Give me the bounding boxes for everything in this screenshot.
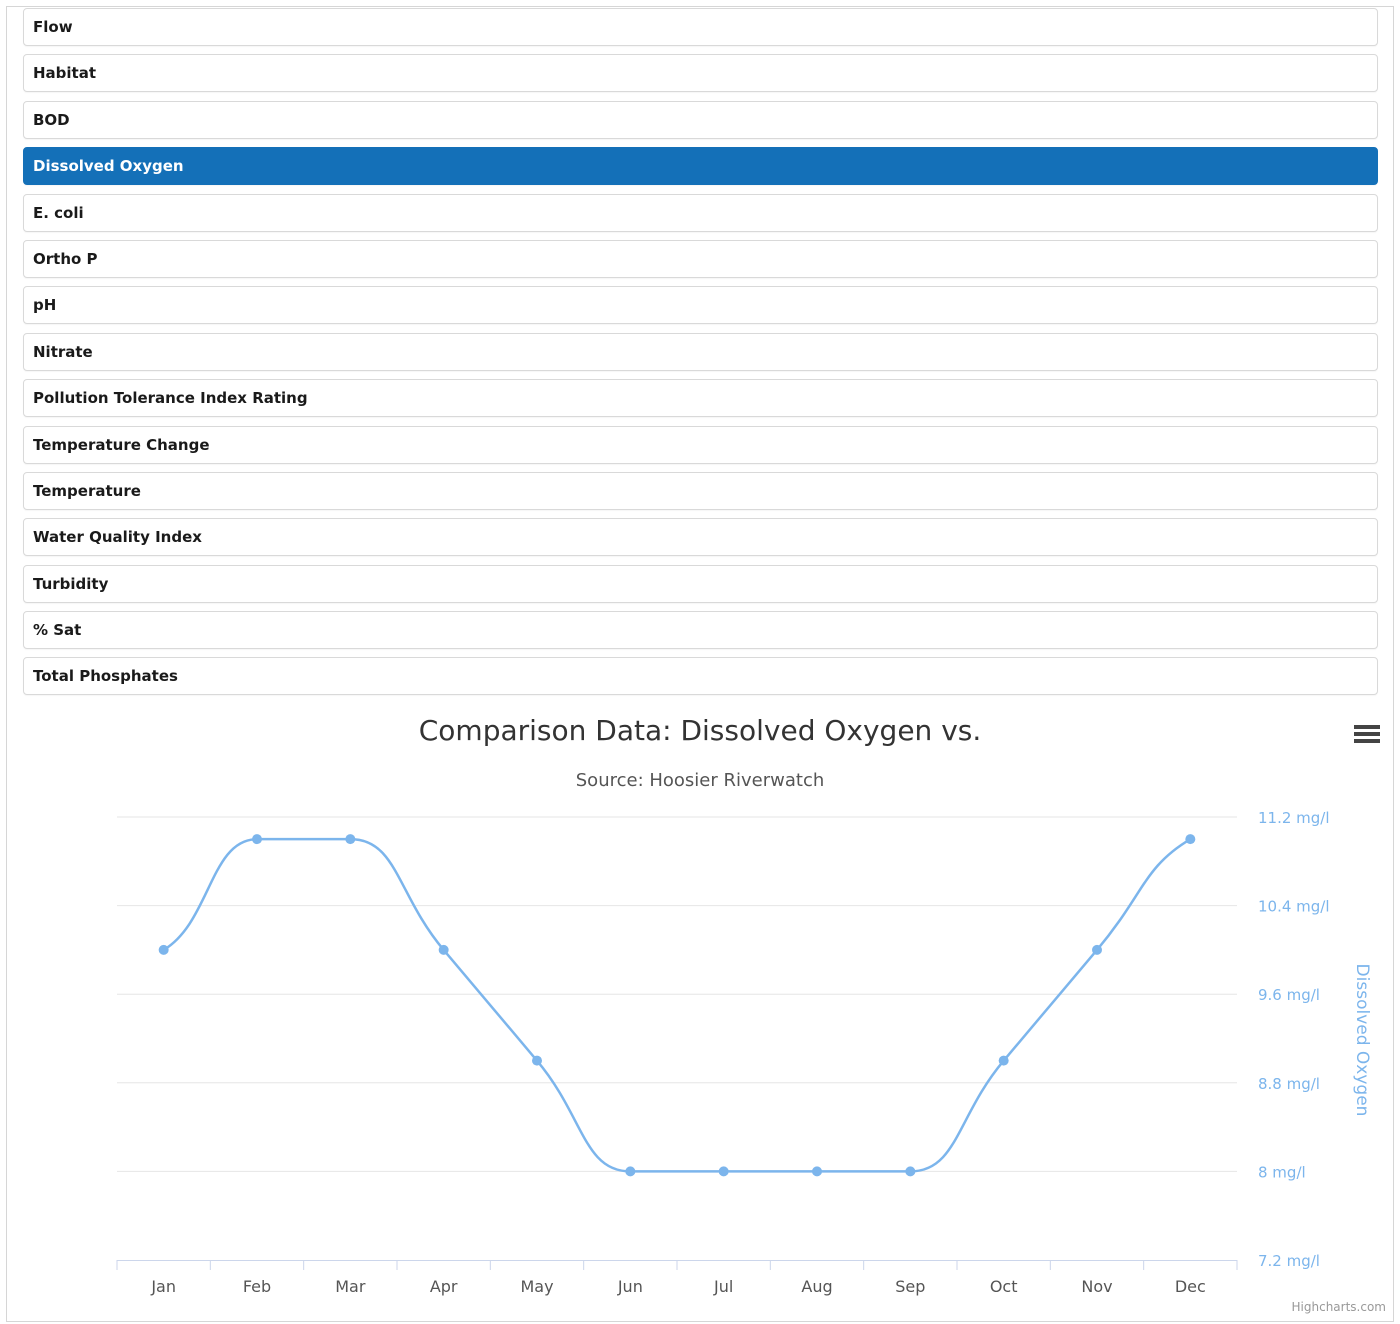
menu-bar [1354,725,1380,729]
y-tick-label: 7.2 mg/l [1258,1252,1320,1270]
x-tick-label: Jun [617,1277,643,1296]
parameter-label: % Sat [33,621,82,640]
x-tick-label: May [520,1277,553,1296]
parameter-label: Pollution Tolerance Index Rating [33,389,308,408]
y-tick-label: 9.6 mg/l [1258,986,1320,1004]
parameter-label: BOD [33,110,70,129]
parameter-label: Habitat [33,64,97,83]
parameter-label: pH [33,296,57,315]
parameter-item-nitrate[interactable]: Nitrate [23,332,1378,371]
parameter-item-e-coli[interactable]: E. coli [23,193,1378,232]
data-point-feb [252,834,262,845]
parameter-label: Temperature [33,481,141,500]
parameter-list: Flow Habitat BOD Dissolved Oxygen E. coli Ort… [23,8,1378,704]
chart-container: 7.2 mg/l 8 mg/l 8.8 mg/l 9.6 mg/l 10.4 mg/l 1… [0,700,1400,1324]
data-point-jan [158,944,169,955]
parameter-item-ortho-p[interactable]: Ortho P [23,239,1378,278]
parameter-label: Total Phosphates [33,667,178,686]
parameter-item-water-quality-index[interactable]: Water Quality Index [23,518,1378,557]
parameter-label: Temperature Change [33,435,210,454]
x-tick-label: Oct [990,1277,1018,1296]
parameter-item-sat[interactable]: % Sat [23,611,1378,650]
data-point-jun [625,1166,636,1177]
x-tick-label: Dec [1175,1277,1206,1296]
credits-link[interactable]: Highcharts.com [1292,1300,1386,1314]
x-tick-label: Feb [243,1277,271,1296]
parameter-item-temperature[interactable]: Temperature [23,471,1378,510]
menu-bar [1354,732,1380,736]
y-tick-label: 8.8 mg/l [1258,1075,1320,1093]
chart-plot: 7.2 mg/l 8 mg/l 8.8 mg/l 9.6 mg/l 10.4 mg/l 1… [116,809,1330,1296]
data-point-nov [1092,944,1102,955]
x-tick-label: Aug [801,1277,832,1296]
x-tick-label: Sep [895,1277,925,1296]
chart-subtitle: Source: Hoosier Riverwatch [575,770,825,791]
y-tick-label: 11.2 mg/l [1258,809,1330,827]
data-point-sep [905,1166,916,1177]
data-point-may [532,1055,542,1066]
hamburger-menu-icon[interactable] [1352,722,1384,752]
parameter-item-flow[interactable]: Flow [23,8,1378,46]
chart-title: Comparison Data: Dissolved Oxygen vs. [418,714,982,747]
parameter-item-turbidity[interactable]: Turbidity [23,564,1378,603]
parameter-item-ph[interactable]: pH [23,286,1378,325]
data-point-apr [438,944,449,955]
parameter-label: Turbidity [33,574,109,593]
data-point-jul [718,1166,729,1177]
x-tick-label: Mar [335,1277,366,1296]
data-point-oct [998,1055,1009,1066]
x-tick-label: Apr [430,1277,458,1296]
data-point-aug [812,1166,822,1177]
y-axis-title: Dissolved Oxygen [1352,963,1372,1117]
x-tick-label: Jul [713,1277,733,1296]
parameter-item-bod[interactable]: BOD [23,100,1378,139]
parameter-label: Flow [33,18,73,36]
parameter-item-total-phosphates[interactable]: Total Phosphates [23,657,1378,696]
parameter-item-dissolved-oxygen[interactable]: Dissolved Oxygen [23,147,1378,186]
menu-bar [1354,739,1380,743]
x-tick-label: Nov [1081,1277,1112,1296]
data-point-mar [345,834,356,845]
parameter-label: Dissolved Oxygen [33,157,184,176]
parameter-item-habitat[interactable]: Habitat [23,54,1378,93]
data-point-dec [1185,834,1196,845]
series-line [163,837,1191,1173]
parameter-item-temperature-change[interactable]: Temperature Change [23,425,1378,464]
x-tick-label: Jan [150,1277,176,1296]
y-tick-label: 8 mg/l [1258,1163,1306,1181]
parameter-label: Water Quality Index [33,528,202,547]
parameter-label: Ortho P [33,249,98,268]
parameter-item-pollution-tolerance-index-rating[interactable]: Pollution Tolerance Index Rating [23,379,1378,418]
parameter-label: Nitrate [33,342,93,361]
parameter-label: E. coli [33,203,84,222]
y-tick-label: 10.4 mg/l [1258,898,1330,916]
